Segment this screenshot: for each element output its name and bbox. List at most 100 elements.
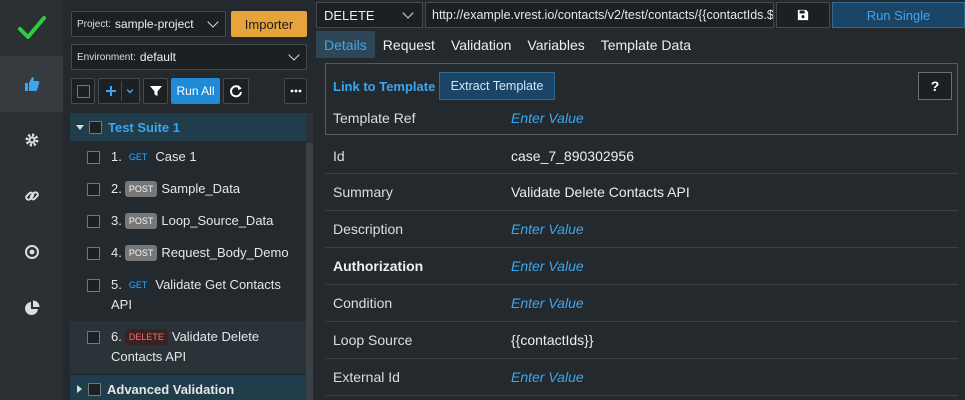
case-name: Loop_Source_Data [161, 213, 274, 228]
divider [325, 358, 958, 359]
suite-checkbox[interactable] [89, 120, 102, 134]
sidebar: Project: sample-project Importer Environ… [63, 0, 313, 400]
method-select[interactable]: DELETE [316, 2, 423, 28]
method-badge: POST [124, 245, 158, 261]
link-to-template-link[interactable]: Link to Template [333, 79, 435, 94]
field-label: Authorization [333, 258, 424, 274]
nav-links[interactable] [0, 168, 63, 224]
field-value-input[interactable]: {{contactIds}} [511, 332, 594, 348]
method-badge: GET [124, 149, 152, 165]
field-value-input[interactable]: case_7_890302956 [511, 148, 634, 164]
field-label: Template Ref [333, 110, 416, 126]
more-options-button[interactable] [284, 78, 307, 104]
link-icon [24, 191, 39, 201]
select-all-checkbox[interactable] [71, 78, 95, 104]
icon-rail [0, 0, 63, 400]
project-select[interactable]: Project: sample-project [71, 11, 226, 37]
field-label: External Id [333, 369, 400, 385]
description-field: Description Enter Value [333, 219, 953, 239]
divider [325, 395, 958, 396]
field-label: Description [333, 221, 404, 237]
tab-request[interactable]: Request [375, 31, 443, 58]
test-case-row[interactable]: 5. GET Validate Get Contacts API [70, 269, 306, 321]
case-name: Request_Body_Demo [161, 245, 289, 260]
app-root: Project: sample-project Importer Environ… [0, 0, 965, 400]
case-name: Case 1 [155, 149, 197, 164]
test-case-row-selected[interactable]: 6. DELETE Validate Delete Contacts API [70, 321, 306, 373]
method-badge: DELETE [124, 329, 168, 345]
test-case-row[interactable]: 3. POST Loop_Source_Data [70, 205, 306, 237]
field-value-input[interactable]: Enter Value [511, 295, 584, 311]
vrest-logo[interactable] [0, 0, 63, 56]
chevron-down-icon [288, 49, 300, 61]
case-number: 6. [111, 329, 122, 344]
method-badge: GET [124, 277, 152, 293]
checkmark-logo-icon [17, 16, 46, 39]
tab-details[interactable]: Details [316, 31, 375, 58]
field-value-input[interactable]: Enter Value [511, 258, 584, 274]
template-ref-field: Template Ref Enter Value [333, 108, 953, 128]
thumbs-up-icon [24, 77, 39, 91]
case-number: 5. [111, 277, 122, 292]
authorization-field: Authorization Enter Value [333, 256, 953, 276]
ellipsis-icon [290, 89, 301, 93]
case-number: 3. [111, 213, 122, 228]
gear-icon [25, 133, 38, 147]
field-value-input[interactable]: Enter Value [511, 221, 584, 237]
id-field: Id case_7_890302956 [333, 146, 953, 166]
case-checkbox[interactable] [87, 150, 100, 164]
nav-target[interactable] [0, 224, 63, 280]
nav-test-cases[interactable] [0, 56, 63, 112]
chevron-down-icon [402, 7, 414, 19]
group-checkbox[interactable] [88, 382, 101, 396]
project-value: sample-project [114, 17, 194, 31]
field-label: Loop Source [333, 332, 413, 348]
floppy-disk-icon [797, 9, 809, 21]
tab-validation[interactable]: Validation [443, 31, 519, 58]
filter-icon [149, 86, 162, 96]
main-panel: DELETE http://example.vrest.io/contacts/… [313, 0, 965, 400]
refresh-button[interactable] [223, 78, 249, 104]
case-checkbox[interactable] [87, 182, 100, 196]
case-checkbox[interactable] [87, 278, 100, 292]
run-all-button[interactable]: Run All [171, 78, 220, 104]
help-button[interactable]: ? [918, 72, 952, 100]
case-checkbox[interactable] [87, 330, 100, 344]
advanced-validation-row[interactable]: Advanced Validation [70, 375, 306, 400]
checkbox [76, 84, 90, 98]
field-value-input[interactable]: Enter Value [511, 369, 584, 385]
add-button[interactable] [98, 78, 140, 104]
environment-select[interactable]: Environment: default [71, 44, 307, 70]
tab-variables[interactable]: Variables [519, 31, 592, 58]
caret-down-icon[interactable] [76, 124, 84, 130]
environment-label: Environment: [77, 51, 136, 63]
sidebar-scrollbar[interactable] [306, 113, 313, 400]
test-case-tree: Test Suite 1 1. GET Case 1 2. POST Sample_Da… [70, 113, 306, 400]
field-label: Summary [333, 184, 393, 200]
filter-button[interactable] [143, 78, 168, 104]
scrollbar-thumb[interactable] [306, 143, 313, 400]
field-value-input[interactable]: Validate Delete Contacts API [511, 184, 690, 200]
run-single-button[interactable]: Run Single [832, 2, 965, 28]
save-button[interactable] [776, 2, 830, 28]
test-case-row[interactable]: 4. POST Request_Body_Demo [70, 237, 306, 269]
nav-settings[interactable] [0, 112, 63, 168]
method-badge: POST [124, 213, 158, 229]
caret-right-icon[interactable] [77, 385, 82, 393]
tab-template-data[interactable]: Template Data [593, 31, 699, 58]
extract-template-button[interactable]: Extract Template [439, 72, 555, 100]
case-number: 4. [111, 245, 122, 260]
suite-row[interactable]: Test Suite 1 [70, 113, 306, 141]
nav-reports[interactable] [0, 280, 63, 336]
importer-button[interactable]: Importer [231, 11, 307, 37]
plus-icon [106, 86, 116, 96]
field-label: Condition [333, 295, 393, 311]
url-input[interactable]: http://example.vrest.io/contacts/v2/test… [425, 2, 774, 28]
case-name: Sample_Data [161, 181, 241, 196]
case-checkbox[interactable] [87, 214, 100, 228]
test-case-row[interactable]: 2. POST Sample_Data [70, 173, 306, 205]
test-case-row[interactable]: 1. GET Case 1 [70, 141, 306, 173]
field-value-input[interactable]: Enter Value [511, 110, 584, 126]
refresh-icon [230, 85, 242, 98]
case-checkbox[interactable] [87, 246, 100, 260]
